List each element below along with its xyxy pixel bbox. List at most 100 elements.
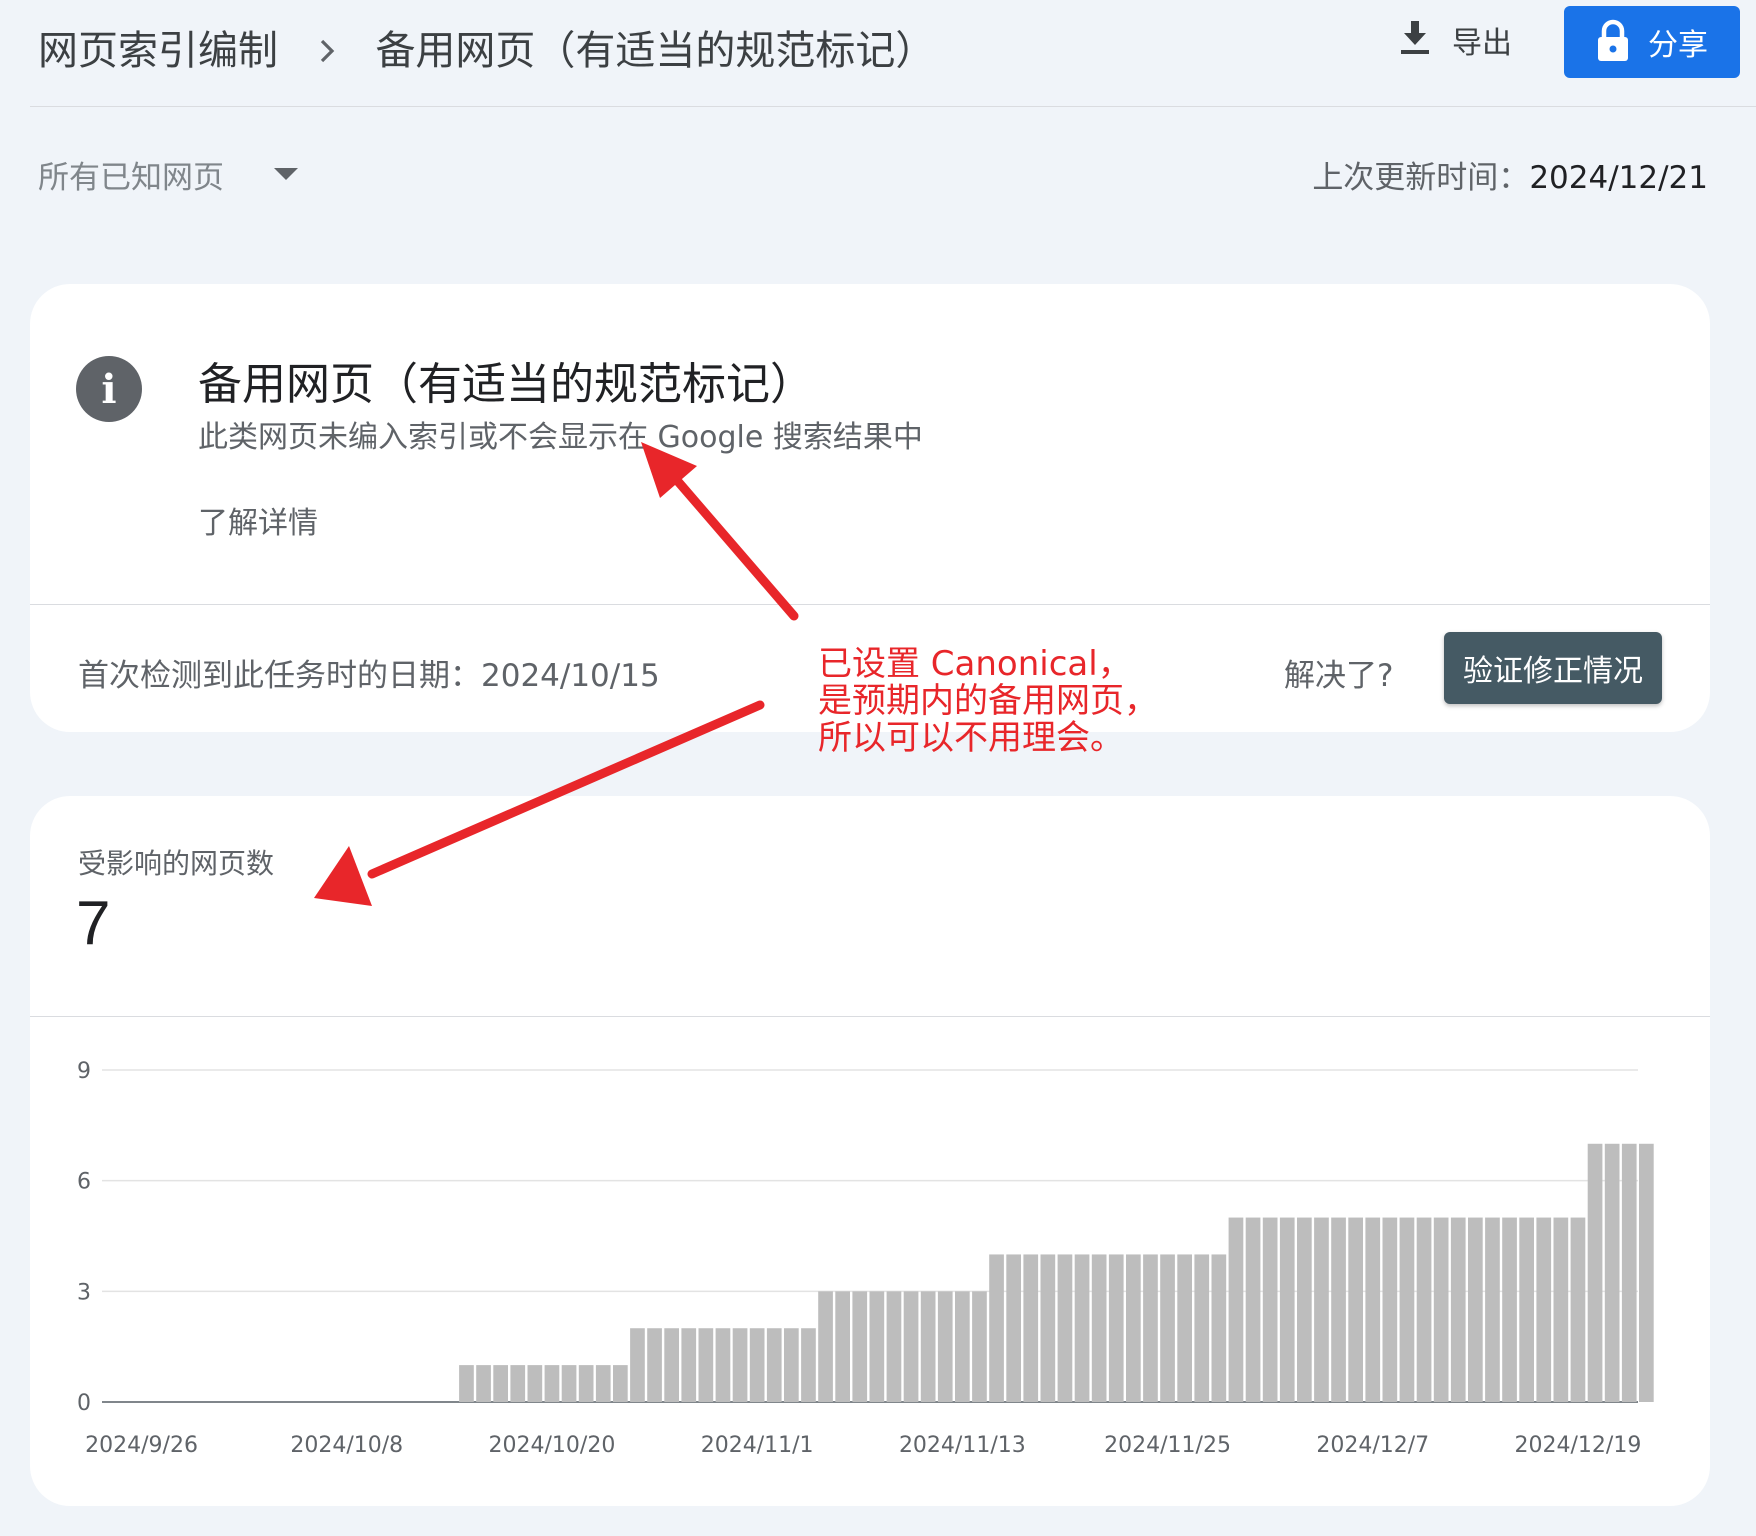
- chart-bar: [886, 1291, 902, 1402]
- chart-bar: [1433, 1217, 1449, 1402]
- chart-bar: [1348, 1217, 1363, 1402]
- chart-bar: [1177, 1254, 1192, 1402]
- x-tick-label: 2024/11/1: [701, 1433, 814, 1458]
- chart-bar: [544, 1365, 560, 1402]
- chart-bar: [903, 1291, 919, 1402]
- issue-title: 备用网页（有适当的规范标记）: [198, 359, 814, 410]
- chart-bar: [1245, 1217, 1261, 1402]
- chart-bar: [1074, 1254, 1090, 1402]
- affected-pages-card: 受影响的网页数 7 0 3 6 9 2024/9/26 2024/10/8 2024/10/…: [30, 796, 1710, 1506]
- y-tick-label: 6: [77, 1170, 91, 1195]
- chart-bar: [595, 1365, 611, 1402]
- chart-bar: [920, 1291, 936, 1402]
- x-tick-label: 2024/11/25: [1104, 1433, 1231, 1458]
- breadcrumb: 网页索引编制 备用网页（有适当的规范标记）: [38, 18, 935, 76]
- chart-bar: [1331, 1217, 1346, 1402]
- page-filter-dropdown[interactable]: 所有已知网页: [38, 152, 298, 197]
- lock-icon: [1596, 18, 1630, 66]
- chart-bar: [578, 1365, 594, 1402]
- chart-bar: [1143, 1254, 1158, 1402]
- first-detected-value: 2024/10/15: [481, 658, 660, 694]
- chart-bar: [1006, 1254, 1021, 1402]
- chart-bar: [1536, 1217, 1552, 1402]
- chart-bar: [1570, 1217, 1586, 1402]
- download-icon: [1400, 19, 1430, 61]
- chart-bar: [527, 1365, 543, 1402]
- share-label: 分享: [1648, 28, 1708, 63]
- annotation-note: 已设置 Canonical， 是预期内的备用网页， 所以可以不用理会。: [818, 646, 1158, 757]
- issue-description: 此类网页未编入索引或不会显示在 Google 搜索结果中: [198, 420, 923, 455]
- annotation-line-1: 已设置 Canonical，: [818, 644, 1132, 684]
- chart-bar: [1399, 1217, 1415, 1402]
- chart-bar: [1468, 1217, 1483, 1402]
- chart-bar: [1382, 1217, 1398, 1402]
- chart-bar: [1023, 1254, 1039, 1402]
- chart-bar: [1365, 1217, 1381, 1402]
- chart-bar: [1057, 1254, 1073, 1402]
- chart-bar: [1228, 1217, 1244, 1402]
- affected-pages-chart: 0 3 6 9 2024/9/26 2024/10/8 2024/10/20 2024/11/…: [77, 1059, 1654, 1458]
- chart-bar: [1262, 1217, 1278, 1402]
- chart-bar: [1040, 1254, 1056, 1402]
- chart-bar: [1485, 1217, 1500, 1402]
- issue-card-divider: [30, 604, 1710, 605]
- chart-bar: [835, 1291, 850, 1402]
- chart-bar: [852, 1291, 868, 1402]
- chart-bar: [1297, 1217, 1312, 1402]
- chart-bar: [613, 1365, 628, 1402]
- x-tick-label: 2024/12/7: [1316, 1433, 1429, 1458]
- chevron-right-icon: [319, 28, 335, 74]
- chart-bar: [869, 1291, 885, 1402]
- header-divider: [30, 106, 1756, 107]
- chart-bar: [715, 1328, 731, 1402]
- chart-bar: [1604, 1143, 1620, 1402]
- chart-bar: [1502, 1217, 1517, 1402]
- last-updated: 上次更新时间：2024/12/21: [1312, 152, 1708, 197]
- chart-bar: [681, 1328, 697, 1402]
- learn-more-link[interactable]: 了解详情: [198, 498, 318, 542]
- page-filter-value: 所有已知网页: [38, 160, 224, 196]
- chart-bar: [955, 1291, 970, 1402]
- chart-bar: [937, 1291, 953, 1402]
- y-tick-label: 9: [77, 1059, 91, 1084]
- chart-bar: [784, 1328, 799, 1402]
- x-tick-label: 2024/11/13: [899, 1433, 1026, 1458]
- chart-bar: [766, 1328, 782, 1402]
- chart-bar: [493, 1365, 508, 1402]
- annotation-line-3: 所以可以不用理会。: [818, 718, 1124, 758]
- chart-bar: [972, 1291, 987, 1402]
- x-tick-label: 2024/12/19: [1515, 1433, 1642, 1458]
- chart-bar: [1091, 1254, 1107, 1402]
- first-detected: 首次检测到此任务时的日期：2024/10/15: [78, 650, 660, 695]
- chart-bar: [1194, 1254, 1210, 1402]
- chart-bar: [989, 1254, 1004, 1402]
- info-icon: i: [76, 356, 142, 422]
- chart-bar: [1416, 1217, 1432, 1402]
- chart-bar: [1279, 1217, 1295, 1402]
- export-label: 导出: [1452, 26, 1512, 61]
- chart-bar: [1108, 1254, 1124, 1402]
- breadcrumb-current: 备用网页（有适当的规范标记）: [375, 28, 936, 74]
- x-tick-label: 2024/10/20: [489, 1433, 616, 1458]
- breadcrumb-root[interactable]: 网页索引编制: [38, 28, 278, 74]
- resolved-question: 解决了?: [1284, 658, 1394, 694]
- chart-bar: [1126, 1254, 1141, 1402]
- chart-bar: [1553, 1217, 1569, 1402]
- last-updated-label: 上次更新时间：: [1312, 160, 1530, 196]
- first-detected-label: 首次检测到此任务时的日期：: [78, 658, 481, 694]
- share-button[interactable]: 分享: [1564, 6, 1740, 78]
- dropdown-arrow-icon: [274, 165, 298, 184]
- chart-bar: [561, 1365, 577, 1402]
- last-updated-value: 2024/12/21: [1529, 160, 1708, 196]
- chart-bar: [818, 1291, 833, 1402]
- validate-fix-button[interactable]: 验证修正情况: [1444, 632, 1662, 704]
- chart-bar: [732, 1328, 748, 1402]
- chart-bar: [801, 1328, 816, 1402]
- chart-bar: [510, 1365, 526, 1402]
- chart-bar: [630, 1328, 645, 1402]
- y-tick-label: 0: [77, 1391, 91, 1416]
- chart-bar: [1211, 1254, 1227, 1402]
- chart-bar: [1519, 1217, 1534, 1402]
- export-button[interactable]: 导出: [1400, 18, 1512, 62]
- chart-bar: [698, 1328, 714, 1402]
